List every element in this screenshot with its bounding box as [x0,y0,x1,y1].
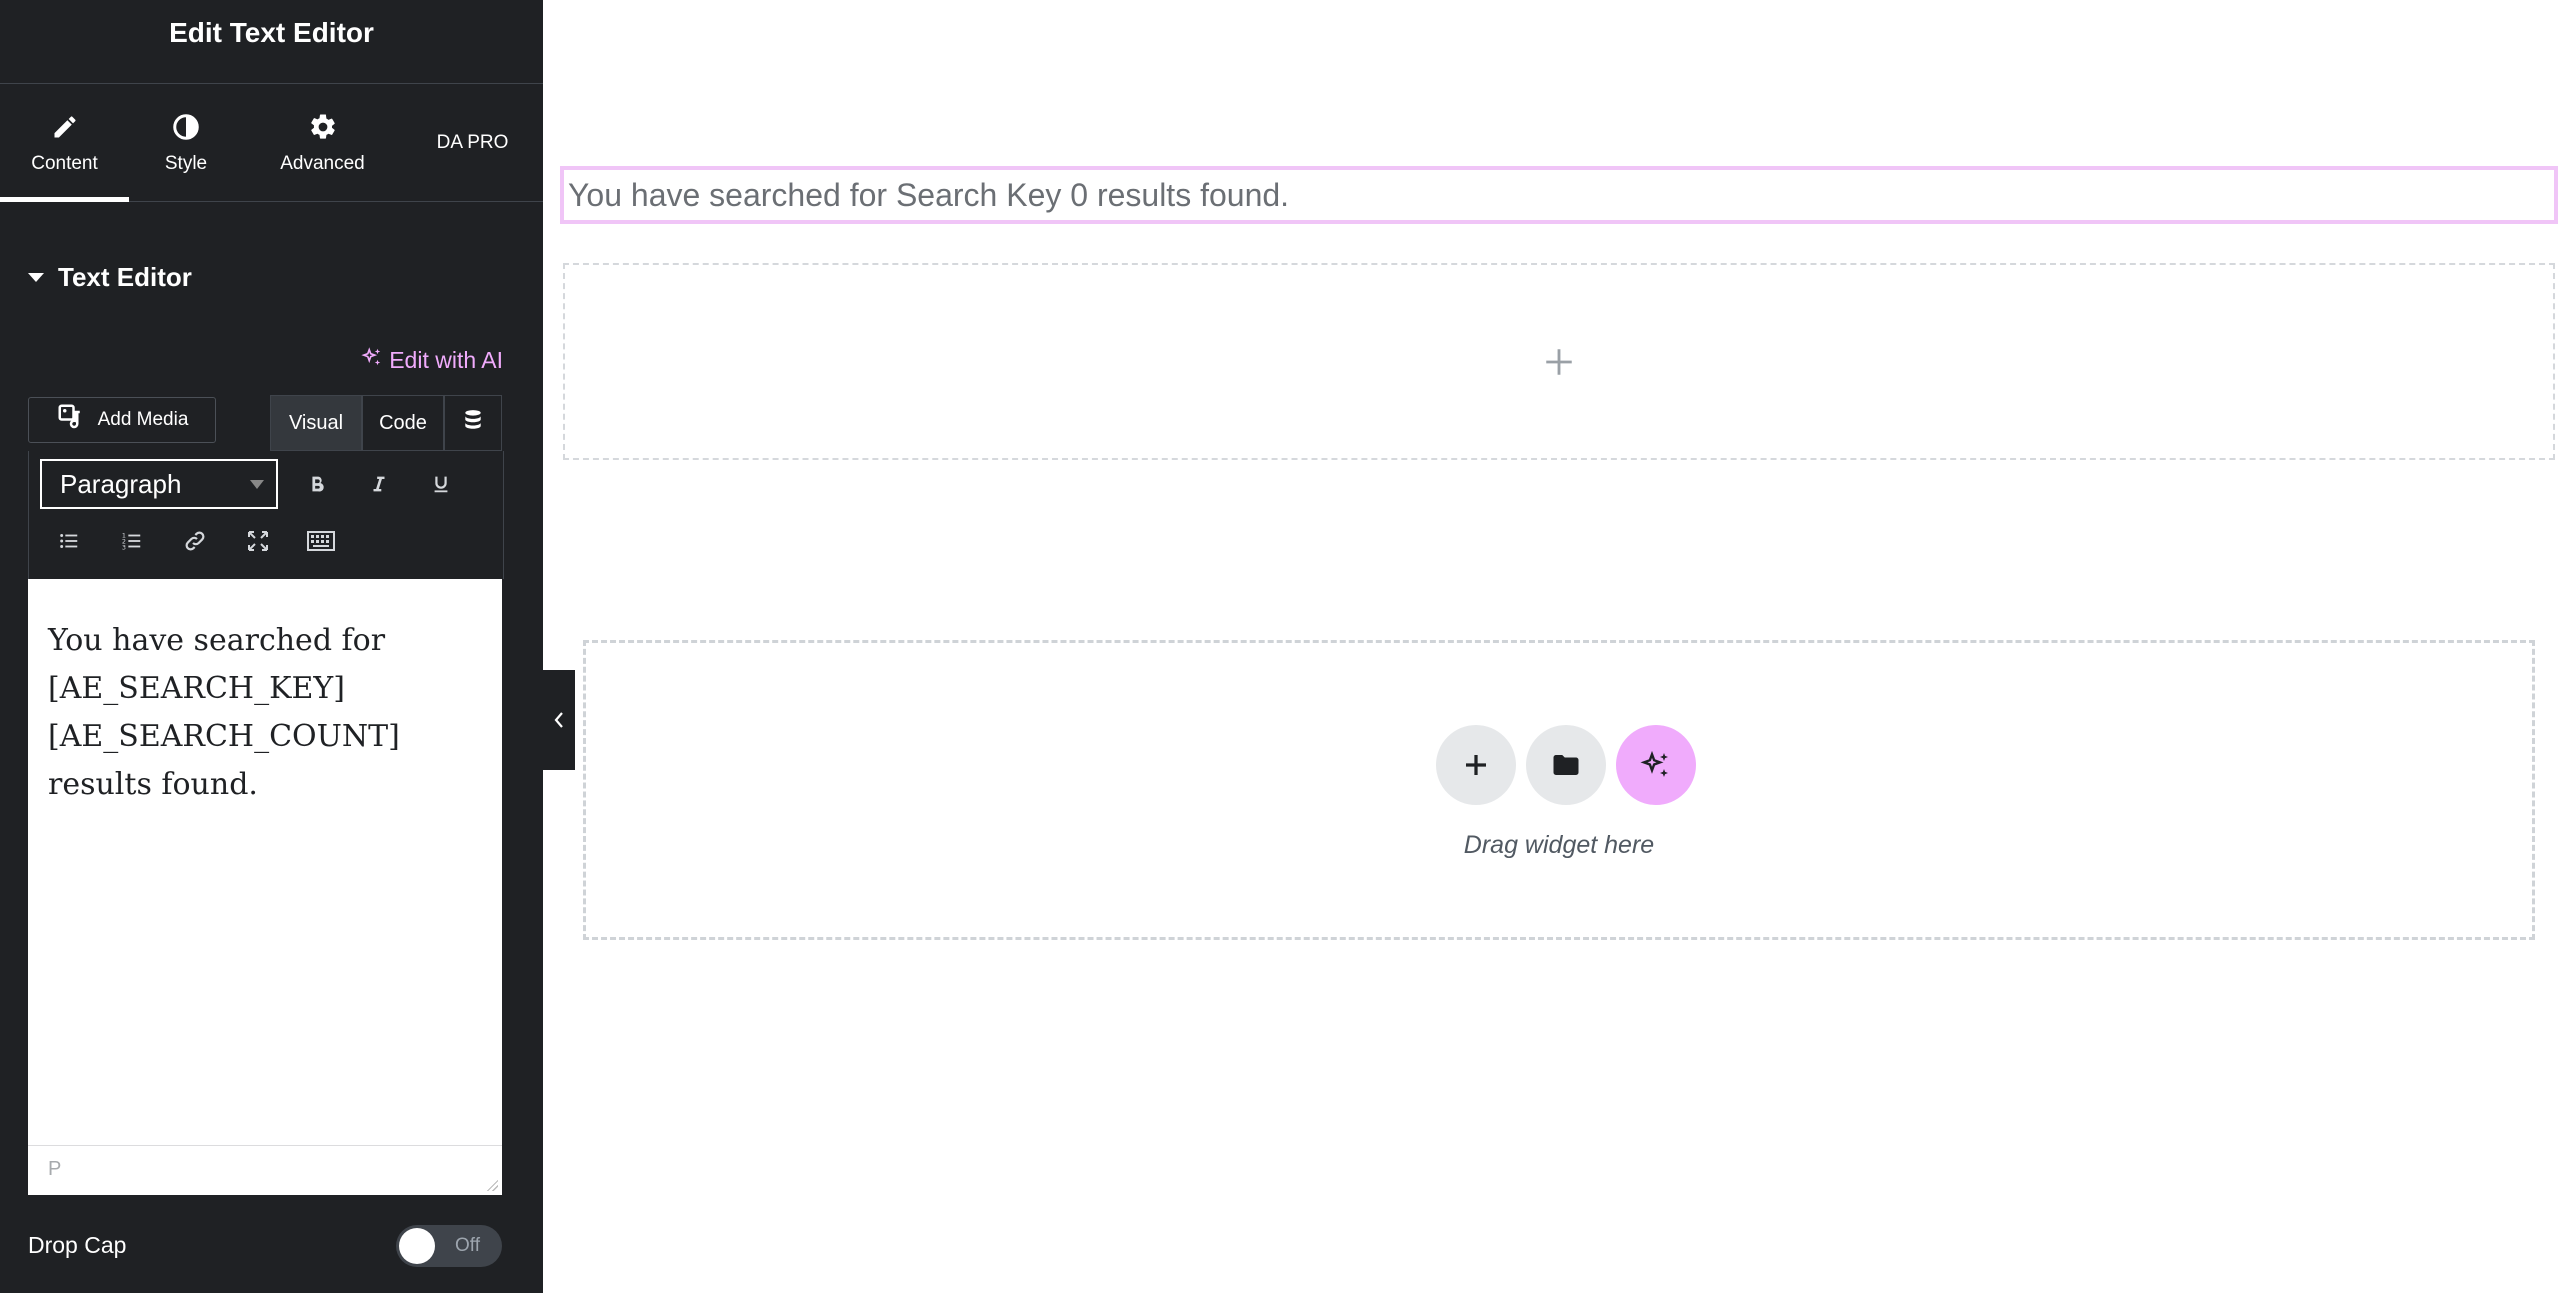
collapse-panel-button[interactable] [543,670,575,770]
plus-icon [1546,348,1572,375]
drop-cap-toggle[interactable]: Off [396,1225,502,1267]
chevron-left-icon [554,712,563,728]
edit-with-ai-label: Edit with AI [389,346,503,373]
underline-button[interactable] [421,464,461,504]
database-icon [464,409,482,437]
folder-icon [1553,755,1579,775]
editor-toolbar: Paragraph 123 [28,451,504,579]
drop-zone[interactable]: Drag widget here [583,640,2535,940]
fullscreen-button[interactable] [238,521,278,561]
add-media-button[interactable]: Add Media [28,397,216,443]
bullet-list-icon [60,534,78,548]
sparkle-icon [361,346,383,374]
half-circle-icon [170,111,202,143]
numbered-list-icon: 123 [122,531,141,551]
panel-title: Edit Text Editor [169,16,374,48]
format-select[interactable]: Paragraph [40,459,278,509]
tab-advanced[interactable]: Advanced [270,85,375,201]
editor-line: results found. [48,767,258,802]
underline-icon [434,476,448,493]
edit-with-ai-link[interactable]: Edit with AI [361,346,503,374]
tab-visual[interactable]: Visual [270,395,362,451]
tab-style-label: Style [164,153,208,174]
panel-header: Edit Text Editor [0,0,543,84]
drop-cap-label: Drop Cap [28,1232,127,1258]
page-canvas: You have searched for Search Key 0 resul… [560,0,2560,1293]
tab-da-pro-label: DA PRO [436,132,509,153]
add-media-label: Add Media [97,409,189,430]
ai-generate-button[interactable] [1616,725,1696,805]
link-button[interactable] [175,521,215,561]
bold-button[interactable] [297,464,337,504]
fullscreen-icon [248,531,268,551]
format-select-value: Paragraph [60,468,182,499]
tab-advanced-label: Advanced [280,153,365,174]
caret-down-icon [28,273,44,282]
italic-icon [373,476,385,492]
numbered-list-button[interactable]: 123 [112,521,152,561]
editor-line: [AE_SEARCH_COUNT] [48,719,400,754]
add-section-button[interactable] [1436,725,1516,805]
drag-widget-text: Drag widget here [1463,831,1655,859]
svg-text:3: 3 [122,543,126,551]
tab-code[interactable]: Code [362,395,444,451]
italic-button[interactable] [359,464,399,504]
section-title: Text Editor [58,262,192,292]
keyboard-icon [307,531,335,551]
toolbar-toggle-button[interactable] [301,521,341,561]
section-toggle-text-editor[interactable]: Text Editor [28,262,192,293]
toggle-state: Off [455,1235,480,1256]
editor-mode-tabs: Visual Code [270,395,502,451]
sparkle-icon [1640,750,1668,777]
chevron-down-icon [250,480,264,489]
dynamic-tags-button[interactable] [444,395,502,451]
bold-icon [312,476,324,492]
element-path[interactable]: P [48,1158,61,1180]
panel-tabs: Content Style Advanced DA PRO [0,85,543,202]
bullet-list-button[interactable] [49,521,89,561]
empty-container[interactable] [563,263,2555,460]
tab-content[interactable]: Content [0,85,129,202]
editor-line: [AE_SEARCH_KEY] [48,671,345,706]
gear-icon [307,111,339,143]
editor-panel: Edit Text Editor Content Style Advanced … [0,0,543,1293]
plus-icon [1466,755,1486,775]
text-editor-widget[interactable]: You have searched for Search Key 0 resul… [560,166,2558,224]
text-editor-area[interactable]: You have searched for [AE_SEARCH_KEY] [A… [28,579,502,1145]
resize-handle-icon[interactable] [484,1177,498,1191]
editor-line: You have searched for [48,623,386,658]
tab-style[interactable]: Style [144,85,228,201]
link-icon [185,531,205,551]
add-template-button[interactable] [1526,725,1606,805]
result-text: You have searched for Search Key 0 resul… [568,176,1290,213]
editor-status-bar: P [28,1145,502,1195]
tab-da-pro[interactable]: DA PRO [420,85,525,201]
toggle-knob [399,1228,435,1264]
add-media-icon [56,402,86,438]
tab-content-label: Content [31,153,98,174]
pencil-icon [49,111,81,143]
